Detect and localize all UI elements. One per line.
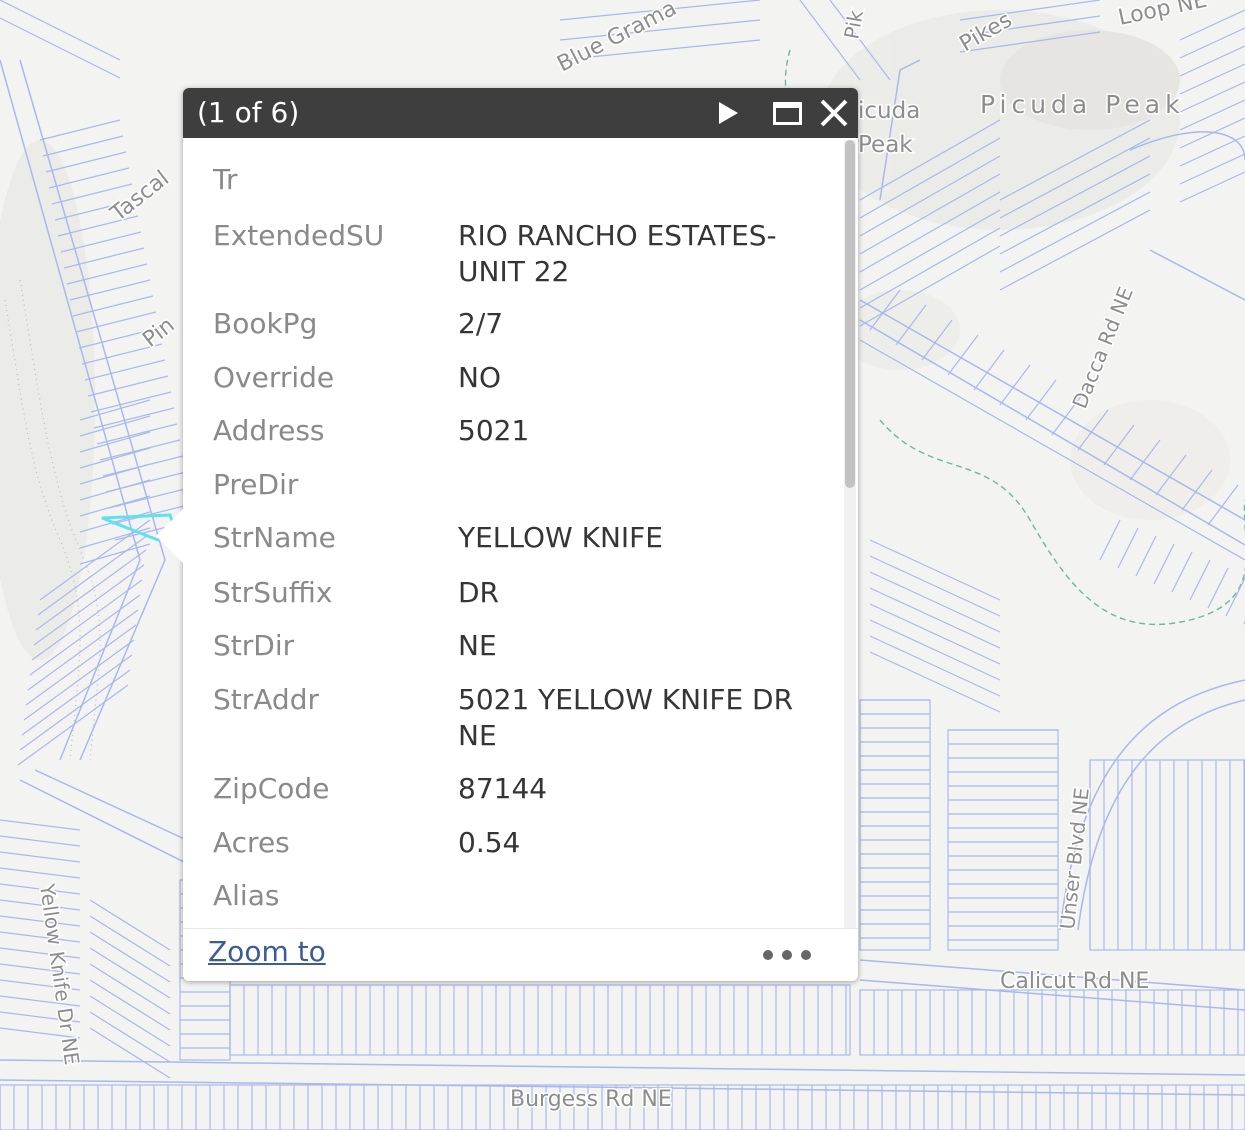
attribute-row: ZipCode 87144 <box>213 771 818 807</box>
maximize-button[interactable] <box>771 97 805 129</box>
attribute-row: PreDir <box>213 467 818 503</box>
feature-popup: (1 of 6) Tr ExtendedSU RIO RANCHO ESTATE… <box>156 88 858 982</box>
popup-pointer <box>156 508 184 564</box>
attribute-value: 0.54 <box>458 826 521 859</box>
attribute-value: RIO RANCHO ESTATES-UNIT 22 <box>458 219 777 288</box>
attribute-label: BookPg <box>213 307 318 340</box>
attribute-row: StrSuffix DR <box>213 575 818 611</box>
zoom-to-link[interactable]: Zoom to <box>208 935 326 968</box>
close-x-icon <box>820 99 848 127</box>
attribute-row: BookPg 2/7 <box>213 306 818 342</box>
attribute-label: StrDir <box>213 629 295 662</box>
attribute-row: ExtendedSU RIO RANCHO ESTATES-UNIT 22 <box>213 218 818 290</box>
attribute-label: Acres <box>213 826 290 859</box>
attribute-value <box>458 467 818 503</box>
street-label: Peak <box>858 132 913 158</box>
popup-header: (1 of 6) <box>183 88 858 138</box>
attribute-value <box>458 162 818 198</box>
attribute-value: 5021 YELLOW KNIFE DR NE <box>458 683 794 752</box>
next-feature-button[interactable] <box>711 97 745 129</box>
attribute-label: Alias <box>213 879 280 912</box>
street-label: Pik <box>839 8 868 41</box>
attribute-label: StrAddr <box>213 683 319 716</box>
attribute-value <box>458 878 818 914</box>
street-label: Calicut Rd NE <box>1000 969 1149 994</box>
popup-title: (1 of 6) <box>197 96 300 129</box>
attribute-label: ZipCode <box>213 772 330 805</box>
attribute-label: Address <box>213 414 325 447</box>
more-actions-button[interactable] <box>763 943 811 967</box>
attribute-value: NO <box>458 361 501 394</box>
popup-content[interactable]: Tr ExtendedSU RIO RANCHO ESTATES-UNIT 22… <box>183 138 843 926</box>
attribute-row: Address 5021 <box>213 413 818 449</box>
scrollbar-thumb[interactable] <box>845 140 855 488</box>
attribute-value: YELLOW KNIFE <box>458 521 663 554</box>
attribute-label: Tr <box>213 163 238 196</box>
attribute-value: NE <box>458 629 497 662</box>
attribute-row: Tr <box>213 162 818 198</box>
attribute-label: StrName <box>213 521 336 554</box>
attribute-value: DR <box>458 576 500 609</box>
attribute-value: 2/7 <box>458 307 504 340</box>
ellipsis-icon <box>782 950 792 960</box>
attribute-value: 87144 <box>458 772 548 805</box>
popup-footer: Zoom to <box>183 928 858 982</box>
attribute-label: Override <box>213 361 335 394</box>
attribute-row: Alias <box>213 878 818 914</box>
attribute-row: StrAddr 5021 YELLOW KNIFE DR NE <box>213 682 818 754</box>
attribute-row: Override NO <box>213 360 818 396</box>
street-label: Burgess Rd NE <box>510 1087 672 1112</box>
popup-scrollbar[interactable] <box>844 140 856 928</box>
ellipsis-icon <box>763 950 773 960</box>
attribute-label: ExtendedSU <box>213 219 385 252</box>
attribute-row: StrName YELLOW KNIFE <box>213 520 818 556</box>
attribute-row: StrDir NE <box>213 628 818 664</box>
ellipsis-icon <box>801 950 811 960</box>
play-triangle-icon <box>719 102 738 124</box>
street-label: Picuda Peak <box>980 90 1185 119</box>
attribute-label: PreDir <box>213 468 299 501</box>
attribute-row: Acres 0.54 <box>213 825 818 861</box>
street-label: icuda <box>858 98 920 124</box>
attribute-label: StrSuffix <box>213 576 333 609</box>
close-button[interactable] <box>817 97 851 129</box>
attribute-value: 5021 <box>458 414 530 447</box>
maximize-icon <box>773 102 802 125</box>
